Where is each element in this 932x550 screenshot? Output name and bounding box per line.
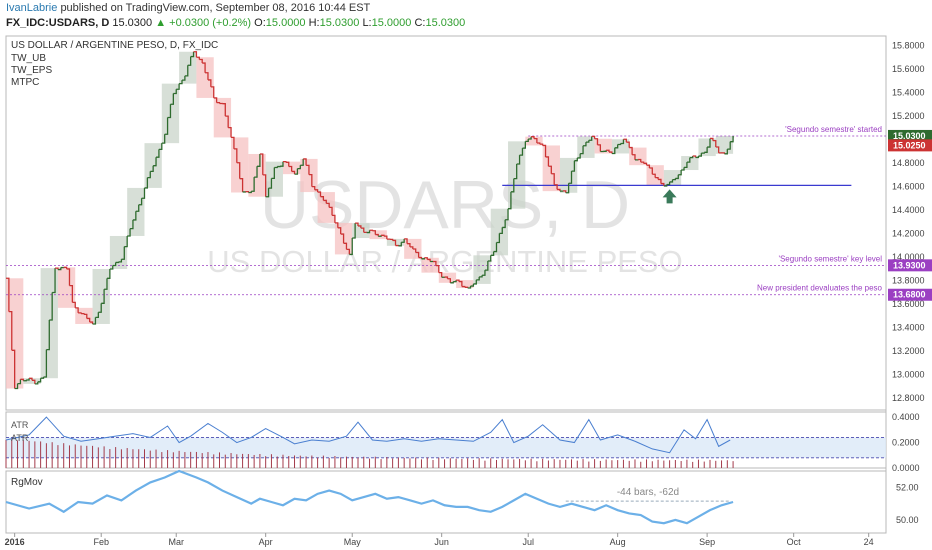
price-tick-label: 14.8000 xyxy=(892,158,925,168)
price-step xyxy=(461,285,466,288)
level-label: 'Segundo semestre' started xyxy=(785,125,882,134)
atr-tick-label: 0.0000 xyxy=(892,463,920,473)
price-tick-label: 14.4000 xyxy=(892,205,925,215)
time-tick-label: Aug xyxy=(610,537,626,547)
rgmov-pane-frame xyxy=(5,470,887,534)
atr-band-label: ATR xyxy=(11,433,29,443)
time-tick-label: 24 xyxy=(864,537,874,547)
price-step xyxy=(81,312,85,315)
price-tick-label: 15.8000 xyxy=(892,40,925,50)
time-tick-label: Sep xyxy=(699,537,715,547)
atr-band xyxy=(6,437,886,458)
pane-frames xyxy=(5,35,887,534)
atr-label: ATR xyxy=(11,420,29,430)
price-step xyxy=(23,380,27,382)
price-tick-label: 14.6000 xyxy=(892,182,925,192)
mtpc-box-up xyxy=(490,208,509,256)
price-step xyxy=(115,261,120,264)
level-label: 'Segundo semestre' key level xyxy=(778,254,882,263)
price-chart[interactable]: USDARS, DUS DOLLAR / ARGENTINE PESOUS DO… xyxy=(0,0,932,550)
time-tick-label: Apr xyxy=(259,537,273,547)
rgmov-tick-label: 50.00 xyxy=(896,515,919,525)
legend-study: MTPC xyxy=(11,77,39,88)
level-price-text: 13.6800 xyxy=(893,290,926,300)
price-tick-label: 12.8000 xyxy=(892,393,925,403)
time-tick-label: Feb xyxy=(93,537,109,547)
rgmov-annotation: -44 bars, -62d xyxy=(617,487,679,498)
legend-title: US DOLLAR / ARGENTINE PESO, D, FX_IDC xyxy=(11,40,218,51)
legend-study: TW_UB xyxy=(11,53,46,64)
price-step xyxy=(282,161,287,163)
level-label: New president devaluates the peso xyxy=(757,284,883,293)
atr-pane: ATR ATR 0.0000 0.2000 0.4000 xyxy=(5,412,920,473)
price-step xyxy=(464,286,469,289)
mtpc-box-up xyxy=(92,268,110,324)
price-tick-label: 13.4000 xyxy=(892,323,925,333)
time-tick-label: Oct xyxy=(787,537,802,547)
price-tick-label: 15.4000 xyxy=(892,87,925,97)
time-tick-label: Mar xyxy=(168,537,184,547)
atr-tick-label: 0.4000 xyxy=(892,412,920,422)
price-tick-label: 13.8000 xyxy=(892,276,925,286)
price-tick-label: 14.2000 xyxy=(892,229,925,239)
price-tick-label: 15.6000 xyxy=(892,64,925,74)
price-tick-label: 15.2000 xyxy=(892,111,925,121)
price-axis: 12.800013.000013.200013.400013.600013.80… xyxy=(892,40,925,403)
atr-tick-label: 0.2000 xyxy=(892,438,920,448)
time-tick-label: Jul xyxy=(522,537,534,547)
price-tick-label: 13.0000 xyxy=(892,370,925,380)
time-tick-label: 2016 xyxy=(5,537,25,547)
rgmov-tick-label: 52.00 xyxy=(896,482,919,492)
rgmov-label: RgMov xyxy=(11,477,43,488)
time-axis: 2016 Feb Mar Apr May Jun Jul Aug Sep Oct 24 xyxy=(5,533,874,547)
price-tick-label: 13.2000 xyxy=(892,346,925,356)
legend-study: TW_EPS xyxy=(11,65,52,76)
time-tick-label: May xyxy=(344,537,362,547)
up-arrow-icon xyxy=(662,189,677,204)
time-tick-label: Jun xyxy=(434,537,449,547)
level-price-text: 13.9300 xyxy=(893,260,926,270)
last-price-text: 15.0250 xyxy=(893,140,926,150)
rgmov-pane: RgMov 50.00 52.00 -44 bars, -62d xyxy=(5,469,919,525)
